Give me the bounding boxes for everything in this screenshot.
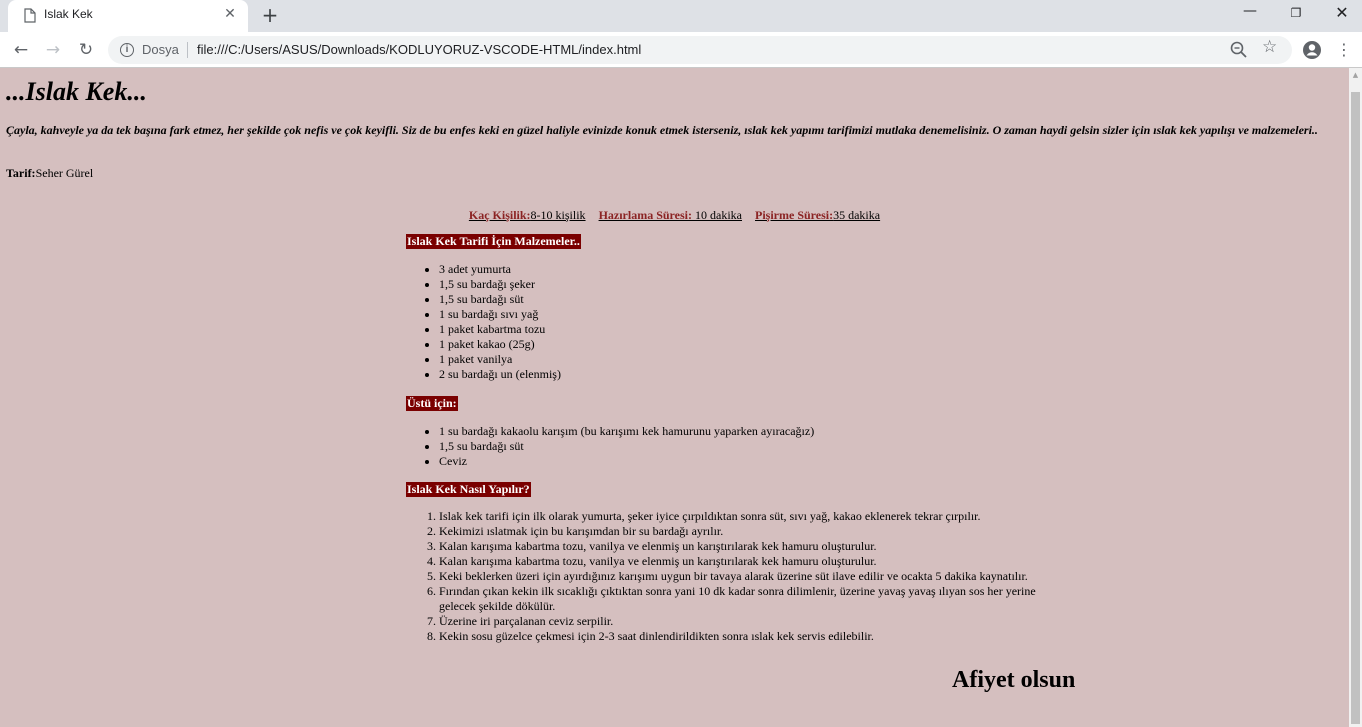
ingredient-item: 1 paket kakao (25g) — [439, 337, 1006, 352]
cook-time-info: Pişirme Süresi:35 dakika — [755, 208, 880, 222]
method-step: Kalan karışıma kabartma tozu, vanilya ve… — [439, 554, 1056, 569]
browser-toolbar: ← → ↻ i Dosya file:///C:/Users/ASUS/Down… — [0, 32, 1362, 68]
ingredient-item: 2 su bardağı un (elenmiş) — [439, 367, 1006, 382]
method-step: Kekin sosu güzelce çekmesi için 2-3 saat… — [439, 629, 1056, 644]
intro-paragraph: Çayla, kahveyle ya da tek başına fark et… — [6, 123, 1318, 137]
ingredient-item: 1 paket vanilya — [439, 352, 1006, 367]
scroll-up-icon[interactable]: ▲ — [1349, 71, 1362, 79]
reload-icon[interactable]: ↻ — [73, 37, 99, 63]
tab-strip: Islak Kek ✕ + — ❐ ✕ — [0, 0, 1362, 32]
zoom-icon[interactable] — [1229, 40, 1249, 60]
method-steps: Islak kek tarifi için ilk olarak yumurta… — [406, 509, 1056, 644]
page-icon — [24, 8, 36, 23]
servings-label: Kaç Kişilik: — [468, 208, 531, 222]
page-content: ...Islak Kek... Çayla, kahveyle ya da te… — [0, 69, 1349, 727]
new-tab-icon[interactable]: + — [258, 4, 282, 28]
topping-item: Ceviz — [439, 454, 1006, 469]
info-icon[interactable]: i — [120, 43, 134, 57]
minimize-icon[interactable]: — — [1227, 0, 1273, 30]
ingredients-heading: Islak Kek Tarifi İçin Malzemeler.. — [406, 234, 581, 249]
cook-time-label: Pişirme Süresi: — [755, 208, 834, 222]
back-icon[interactable]: ← — [8, 37, 34, 63]
author-label: Tarif: — [6, 166, 36, 180]
account-icon[interactable] — [1302, 40, 1322, 60]
prep-time-value: 10 dakika — [692, 208, 742, 222]
ingredient-item: 1 su bardağı sıvı yağ — [439, 307, 1006, 322]
ingredient-item: 1 paket kabartma tozu — [439, 322, 1006, 337]
ingredient-item: 3 adet yumurta — [439, 262, 1006, 277]
method-step: Kalan karışıma kabartma tozu, vanilya ve… — [439, 539, 1056, 554]
page-title: ...Islak Kek... — [6, 77, 147, 106]
address-bar[interactable]: i Dosya file:///C:/Users/ASUS/Downloads/… — [108, 36, 1292, 64]
browser-tab[interactable]: Islak Kek ✕ — [8, 0, 248, 32]
servings-value: 8-10 kişilik — [530, 208, 586, 222]
url-text[interactable]: file:///C:/Users/ASUS/Downloads/KODLUYOR… — [197, 42, 641, 57]
method-step: Fırından çıkan kekin ilk sıcaklığı çıktı… — [439, 584, 1056, 614]
method-step: Keki beklerken üzeri için ayırdığınız ka… — [439, 569, 1056, 584]
omnibox-divider — [187, 42, 188, 58]
tab-title: Islak Kek — [44, 7, 93, 21]
author-line: Tarif:Seher Gürel — [6, 166, 93, 181]
star-icon[interactable]: ☆ — [1262, 37, 1277, 57]
ingredients-list: 3 adet yumurta 1,5 su bardağı şeker 1,5 … — [406, 262, 1006, 382]
method-step: Islak kek tarifi için ilk olarak yumurta… — [439, 509, 1056, 524]
recipe-meta: Kaç Kişilik:8-10 kişilik Hazırlama Süres… — [0, 208, 1349, 223]
method-step: Kekimizi ıslatmak için bu karışımdan bir… — [439, 524, 1056, 539]
scheme-label: Dosya — [142, 42, 179, 57]
prep-time-label: Hazırlama Süresi: — [598, 208, 692, 222]
forward-icon[interactable]: → — [40, 37, 66, 63]
cook-time-value: 35 dakika — [833, 208, 881, 222]
close-icon[interactable]: ✕ — [222, 6, 238, 22]
prep-time-info: Hazırlama Süresi: 10 dakika — [599, 208, 742, 222]
vertical-scrollbar[interactable]: ▲ — [1349, 68, 1362, 727]
closing-message: Afiyet olsun — [952, 667, 1076, 693]
topping-item: 1 su bardağı kakaolu karışım (bu karışım… — [439, 424, 1006, 439]
topping-heading: Üstü için: — [406, 396, 458, 411]
topping-item: 1,5 su bardağı süt — [439, 439, 1006, 454]
menu-icon[interactable]: ⋮ — [1336, 39, 1352, 61]
ingredient-item: 1,5 su bardağı şeker — [439, 277, 1006, 292]
servings-info: Kaç Kişilik:8-10 kişilik — [469, 208, 586, 222]
restore-icon[interactable]: ❐ — [1273, 0, 1319, 30]
window-close-icon[interactable]: ✕ — [1319, 0, 1362, 30]
scroll-thumb[interactable] — [1351, 92, 1360, 724]
ingredient-item: 1,5 su bardağı süt — [439, 292, 1006, 307]
method-step: Üzerine iri parçalanan ceviz serpilir. — [439, 614, 1056, 629]
method-heading: Islak Kek Nasıl Yapılır? — [406, 482, 531, 497]
topping-list: 1 su bardağı kakaolu karışım (bu karışım… — [406, 424, 1006, 469]
author-name: Seher Gürel — [35, 166, 94, 180]
